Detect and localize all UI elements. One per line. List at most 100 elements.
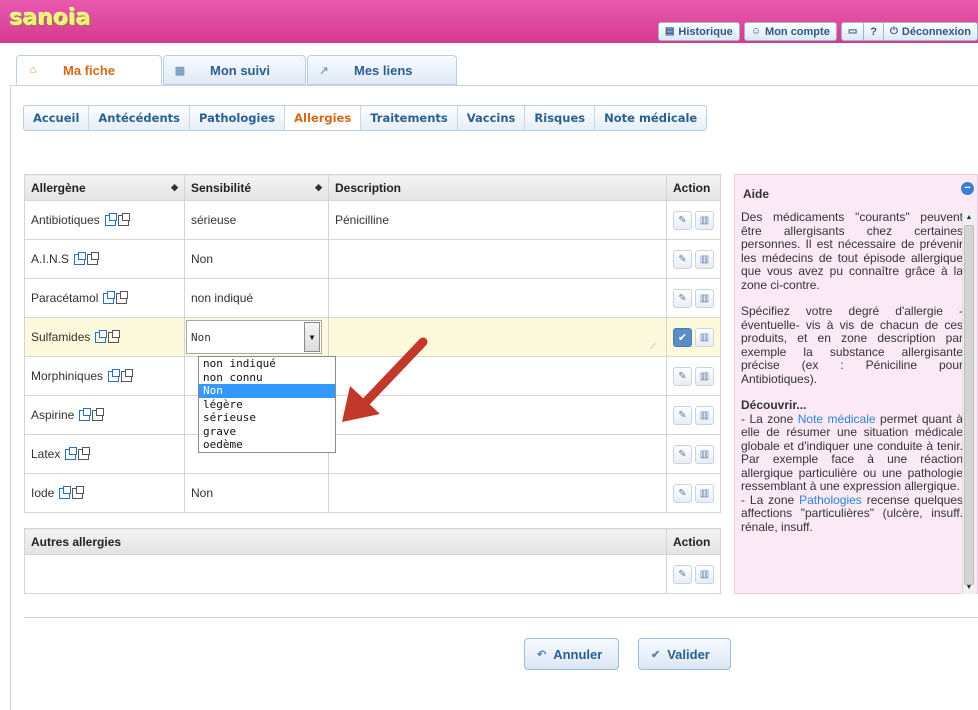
external-link-icon[interactable] <box>78 447 91 460</box>
delete-button[interactable]: ▥ <box>695 327 714 347</box>
external-link-icon[interactable] <box>72 486 85 499</box>
deconnexion-button[interactable]: ⏻ Déconnexion <box>883 23 977 40</box>
tab-mes-liens[interactable]: ↗ Mes liens <box>307 55 457 85</box>
note-medicale-link[interactable]: Note médicale <box>798 412 876 426</box>
valider-label: Valider <box>667 646 710 662</box>
edit-button[interactable]: ✎ <box>673 444 692 464</box>
footer-divider <box>24 617 978 618</box>
dropdown-option[interactable]: non connu <box>199 371 335 385</box>
autres-input-cell[interactable] <box>24 554 667 594</box>
utility-buttons: ▭ ? ⏻ Déconnexion <box>840 22 978 41</box>
action-cell: ✎ ▥ <box>666 239 721 279</box>
allergene-label: Paracétamol <box>31 291 99 305</box>
dropdown-option[interactable]: légère <box>199 398 335 412</box>
print-button[interactable]: ▭ <box>842 23 863 40</box>
external-link-icon: ↗ <box>319 64 329 77</box>
subtab-note-medicale[interactable]: Note médicale <box>595 106 706 130</box>
external-link-icon[interactable] <box>108 330 121 343</box>
mon-compte-button[interactable]: ☺ Mon compte <box>743 22 837 41</box>
delete-button[interactable]: ▥ <box>695 210 714 230</box>
historique-button[interactable]: ▤ Historique <box>657 22 740 41</box>
header-allergene[interactable]: Allergène ◆ <box>24 174 185 201</box>
top-buttons: ▤ Historique ☺ Mon compte ▭ ? ⏻ Déconnex… <box>657 22 978 41</box>
external-link-icon[interactable] <box>117 213 130 226</box>
pathologies-link[interactable]: Pathologies <box>799 493 862 507</box>
delete-button[interactable]: ▥ <box>695 405 714 425</box>
edit-button[interactable]: ✎ <box>673 483 692 503</box>
link-icon[interactable] <box>95 330 108 343</box>
tab-mon-suivi[interactable]: ▦ Mon suivi <box>163 55 306 85</box>
tab-ma-fiche[interactable]: ⌂ Ma fiche <box>16 55 162 85</box>
sensibilite-dropdown-list: non indiqué non connu Non légère sérieus… <box>198 356 336 453</box>
aide-scrollbar[interactable]: ▲ ▼ <box>962 211 975 594</box>
subtab-traitements[interactable]: Traitements <box>361 106 458 130</box>
delete-button[interactable]: ▥ <box>695 249 714 269</box>
link-icon[interactable] <box>59 486 72 499</box>
delete-button[interactable]: ▥ <box>695 288 714 308</box>
external-link-icon[interactable] <box>116 291 129 304</box>
dropdown-option[interactable]: sérieuse <box>199 411 335 425</box>
trash-icon: ▥ <box>699 214 710 226</box>
header-description: Description <box>328 174 667 201</box>
trash-icon: ▥ <box>699 370 710 382</box>
allergene-label: Aspirine <box>31 408 75 422</box>
table-header-row: Autres allergies Action <box>24 528 721 555</box>
sensibilite-select[interactable]: Non ▼ <box>186 320 322 354</box>
delete-button[interactable]: ▥ <box>695 564 714 584</box>
edit-button[interactable]: ✎ <box>673 249 692 269</box>
subtab-pathologies[interactable]: Pathologies <box>190 106 286 130</box>
autres-allergies-table: Autres allergies Action ✎ ▥ <box>24 528 721 594</box>
subtab-vaccins[interactable]: Vaccins <box>458 106 526 130</box>
action-cell: ✎ ▥ <box>666 473 721 513</box>
dropdown-option[interactable]: non indiqué <box>199 357 335 371</box>
app-logo[interactable]: sanoia <box>10 6 91 31</box>
edit-button[interactable]: ✎ <box>673 288 692 308</box>
external-link-icon[interactable] <box>87 252 100 265</box>
dropdown-option-selected[interactable]: Non <box>199 384 335 398</box>
external-link-icon[interactable] <box>92 408 105 421</box>
delete-button[interactable]: ▥ <box>695 444 714 464</box>
external-link-icon[interactable] <box>121 369 134 382</box>
sensibilite-cell: Non ▼ <box>184 317 329 357</box>
dropdown-option[interactable]: grave <box>199 425 335 439</box>
delete-button[interactable]: ▥ <box>695 366 714 386</box>
link-icon[interactable] <box>79 408 92 421</box>
edit-button[interactable]: ✎ <box>673 366 692 386</box>
chart-icon: ▦ <box>174 64 186 77</box>
allergene-label: A.I.N.S <box>31 252 70 266</box>
subtab-risques[interactable]: Risques <box>525 106 596 130</box>
link-icon[interactable] <box>65 447 78 460</box>
link-icon[interactable] <box>104 213 117 226</box>
subtab-antecedents[interactable]: Antécédents <box>89 106 190 130</box>
tab-label: Ma fiche <box>63 62 116 78</box>
link-icon[interactable] <box>103 291 116 304</box>
resize-handle-icon[interactable]: ⟋ <box>650 342 656 352</box>
aide-text: - La zone <box>741 492 800 507</box>
scroll-down-icon[interactable]: ▼ <box>963 581 975 594</box>
confirm-button[interactable]: ✔ <box>673 327 692 347</box>
allergene-cell: Aspirine <box>24 395 185 435</box>
allergene-label: Antibiotiques <box>31 213 100 227</box>
edit-button[interactable]: ✎ <box>673 564 692 584</box>
annuler-button[interactable]: ↶ Annuler <box>524 638 619 670</box>
header-action: Action <box>666 174 721 201</box>
delete-button[interactable]: ▥ <box>695 483 714 503</box>
subtab-accueil[interactable]: Accueil <box>24 106 90 130</box>
header-sensibilite[interactable]: Sensibilité ◆ <box>184 174 329 201</box>
scroll-thumb[interactable] <box>964 225 974 585</box>
scroll-up-icon[interactable]: ▲ <box>963 211 975 224</box>
valider-button[interactable]: ✔ Valider <box>638 638 731 670</box>
edit-button[interactable]: ✎ <box>673 210 692 230</box>
edit-button[interactable]: ✎ <box>673 405 692 425</box>
link-icon[interactable] <box>74 252 87 265</box>
help-button[interactable]: ? <box>863 23 883 40</box>
chevron-down-icon[interactable]: ▼ <box>304 322 320 352</box>
allergene-label: Iode <box>31 486 55 500</box>
action-cell: ✎ ▥ <box>666 395 721 435</box>
subtab-allergies[interactable]: Allergies <box>285 106 362 130</box>
link-icon[interactable] <box>108 369 121 382</box>
sort-icon: ◆ <box>171 182 178 192</box>
dropdown-option[interactable]: oedème <box>199 438 335 452</box>
collapse-icon[interactable]: − <box>961 182 974 195</box>
aide-paragraph: - La zone Pathologies recense quelques a… <box>741 492 963 535</box>
